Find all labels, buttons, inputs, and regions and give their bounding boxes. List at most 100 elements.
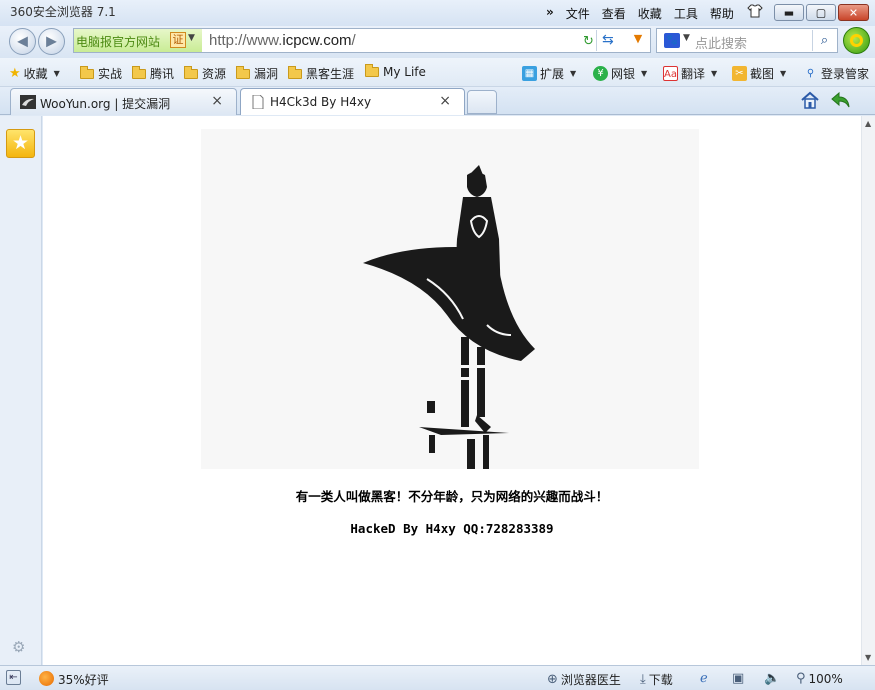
- login-manager-button[interactable]: ⚲ 登录管家: [803, 65, 869, 82]
- chevron-down-icon: ▼: [570, 69, 577, 78]
- title-bar: 360安全浏览器 7.1 » 文件 查看 收藏 工具 帮助 ▬ ▢ ✕: [0, 0, 875, 26]
- cert-label: 电脑报官方网站: [76, 35, 161, 49]
- screenshot-button[interactable]: ✂ 截图 ▼: [732, 65, 786, 82]
- forward-button[interactable]: ▶: [38, 28, 65, 55]
- menu-favorites[interactable]: 收藏: [638, 5, 662, 22]
- grid-icon: ▦: [522, 66, 537, 81]
- chevron-down-icon: ▼: [711, 69, 718, 78]
- folder-icon: [80, 65, 94, 79]
- arrow-left-icon: ◀: [17, 33, 28, 50]
- menu-view[interactable]: 查看: [602, 5, 626, 22]
- window-title: 360安全浏览器 7.1: [10, 5, 116, 19]
- favorites-menu[interactable]: ★ 收藏 ▼: [9, 65, 60, 82]
- folder-vulns[interactable]: 漏洞: [236, 65, 278, 82]
- maximize-button[interactable]: ▢: [806, 4, 836, 21]
- menu-file[interactable]: 文件: [566, 5, 590, 22]
- address-bar[interactable]: 电脑报官方网站 证 ▼ http://www.icpcw.com/ ↻ ⇆ ▼: [73, 28, 651, 53]
- home-icon[interactable]: [800, 90, 820, 110]
- ebank-button[interactable]: ¥ 网银 ▼: [593, 65, 647, 82]
- favorites-bar: ★ 收藏 ▼ 实战 腾讯 资源 漏洞 黑客生涯 My Life ▦ 扩展 ▼ ¥ 网银…: [0, 58, 875, 87]
- undo-close-tab-icon[interactable]: [831, 91, 851, 109]
- search-button[interactable]: ⌕: [812, 30, 836, 51]
- chevron-down-icon[interactable]: ▼: [683, 33, 690, 43]
- wooyun-favicon-icon: [20, 95, 36, 109]
- new-tab-button[interactable]: [467, 90, 497, 114]
- navigation-bar: ◀ ▶ 电脑报官方网站 证 ▼ http://www.icpcw.com/ ↻ …: [0, 26, 875, 58]
- search-input[interactable]: 点此搜索: [695, 33, 747, 52]
- close-icon[interactable]: ×: [211, 93, 223, 109]
- sidebar: ★ ⚙: [0, 116, 42, 665]
- tab-title: H4Ck3d By H4xy: [270, 95, 372, 109]
- hacked-by-signature: HackeD By H4xy QQ:728283389: [350, 521, 554, 536]
- chevron-down-icon: ▼: [780, 69, 787, 78]
- folder-my-life[interactable]: My Life: [365, 64, 426, 79]
- magnifier-icon: ⚲: [796, 671, 806, 686]
- favorites-star-icon[interactable]: ★: [6, 129, 35, 158]
- scroll-up-icon[interactable]: ▲: [865, 119, 871, 128]
- tab-bar: WooYun.org | 提交漏洞 × H4Ck3d By H4xy ×: [0, 87, 875, 115]
- folder-icon: [288, 65, 302, 79]
- speaker-icon[interactable]: 🔈: [764, 671, 783, 686]
- tab-wooyun[interactable]: WooYun.org | 提交漏洞 ×: [10, 88, 237, 115]
- minimize-icon: ▬: [783, 6, 795, 19]
- translate-icon: Aa: [663, 66, 678, 81]
- chevron-down-icon[interactable]: ▼: [628, 32, 648, 50]
- chevron-down-icon: ▼: [53, 69, 60, 78]
- url-text[interactable]: http://www.icpcw.com/: [209, 32, 356, 49]
- folder-shizhan[interactable]: 实战: [80, 65, 122, 82]
- tab-title: WooYun.org | 提交漏洞: [40, 97, 171, 111]
- menu-help[interactable]: 帮助: [710, 5, 734, 22]
- close-icon: ✕: [848, 6, 859, 19]
- folder-icon: [184, 65, 198, 79]
- tab-h4ck3d[interactable]: H4Ck3d By H4xy ×: [240, 88, 465, 115]
- vertical-scrollbar[interactable]: ▲ ▼: [861, 116, 875, 665]
- logo-360-icon[interactable]: [843, 27, 870, 54]
- chevron-down-icon: ▼: [641, 69, 648, 78]
- folder-resources[interactable]: 资源: [184, 65, 226, 82]
- divider: [596, 30, 597, 51]
- translate-button[interactable]: Aa 翻译 ▼: [663, 65, 717, 82]
- skin-shirt-icon[interactable]: [747, 4, 763, 18]
- close-button[interactable]: ✕: [838, 4, 869, 21]
- cert-badge: 证: [170, 32, 186, 48]
- paw-icon[interactable]: 🐾: [664, 33, 680, 48]
- gear-icon[interactable]: ⚙: [12, 638, 25, 656]
- scroll-down-icon[interactable]: ▼: [865, 653, 871, 662]
- rating-text[interactable]: 35%好评: [58, 671, 109, 688]
- arrow-right-icon: ▶: [46, 33, 57, 50]
- refresh-icon[interactable]: ↻: [583, 34, 594, 49]
- page-icon: [252, 95, 264, 109]
- minimize-button[interactable]: ▬: [774, 4, 804, 21]
- maximize-icon: ▢: [815, 6, 827, 19]
- key-search-icon: ⚲: [806, 68, 815, 79]
- scissors-icon: ✂: [732, 66, 747, 81]
- search-box[interactable]: 🐾 ▼ 点此搜索 ⌕: [656, 28, 838, 53]
- orange-icon[interactable]: [39, 671, 54, 686]
- page-content: 有一类人叫做黑客！不分年龄，只为网络的兴趣而战斗！ HackeD By H4xy…: [43, 116, 861, 665]
- shield-yen-icon: ¥: [593, 66, 608, 81]
- window-stack-icon[interactable]: ▣: [732, 671, 747, 686]
- menu-overflow-icon[interactable]: »: [546, 5, 554, 22]
- menu-tools[interactable]: 工具: [674, 5, 698, 22]
- window-controls: ▬ ▢ ✕: [774, 4, 869, 21]
- folder-icon: [365, 64, 379, 77]
- folder-hacker-career[interactable]: 黑客生涯: [288, 65, 354, 82]
- status-bar: ⇤ 35%好评 ⊕ 浏览器医生 ⤓ 下载 ℯ ▣ 🔈 ⚲ 100%: [0, 665, 875, 690]
- extensions-button[interactable]: ▦ 扩展 ▼: [522, 65, 576, 82]
- exit-icon[interactable]: ⇤: [6, 670, 21, 685]
- site-certificate[interactable]: 电脑报官方网站 证 ▼: [74, 29, 202, 52]
- ie-icon[interactable]: ℯ: [700, 671, 711, 686]
- folder-tencent[interactable]: 腾讯: [132, 65, 174, 82]
- download-icon: ⤓: [640, 672, 646, 687]
- download-button[interactable]: ⤓ 下载: [640, 671, 673, 688]
- kernel-switch-icon[interactable]: ⇆: [602, 32, 614, 48]
- back-button[interactable]: ◀: [9, 28, 36, 55]
- star-icon: ★: [9, 66, 21, 81]
- folder-icon: [236, 65, 250, 79]
- chevron-down-icon: ▼: [188, 33, 195, 43]
- silhouette-image: [201, 129, 699, 469]
- doctor-icon: ⊕: [547, 672, 558, 687]
- close-icon[interactable]: ×: [439, 93, 451, 109]
- zoom-control[interactable]: ⚲ 100%: [796, 671, 843, 686]
- browser-doctor-button[interactable]: ⊕ 浏览器医生: [547, 671, 621, 688]
